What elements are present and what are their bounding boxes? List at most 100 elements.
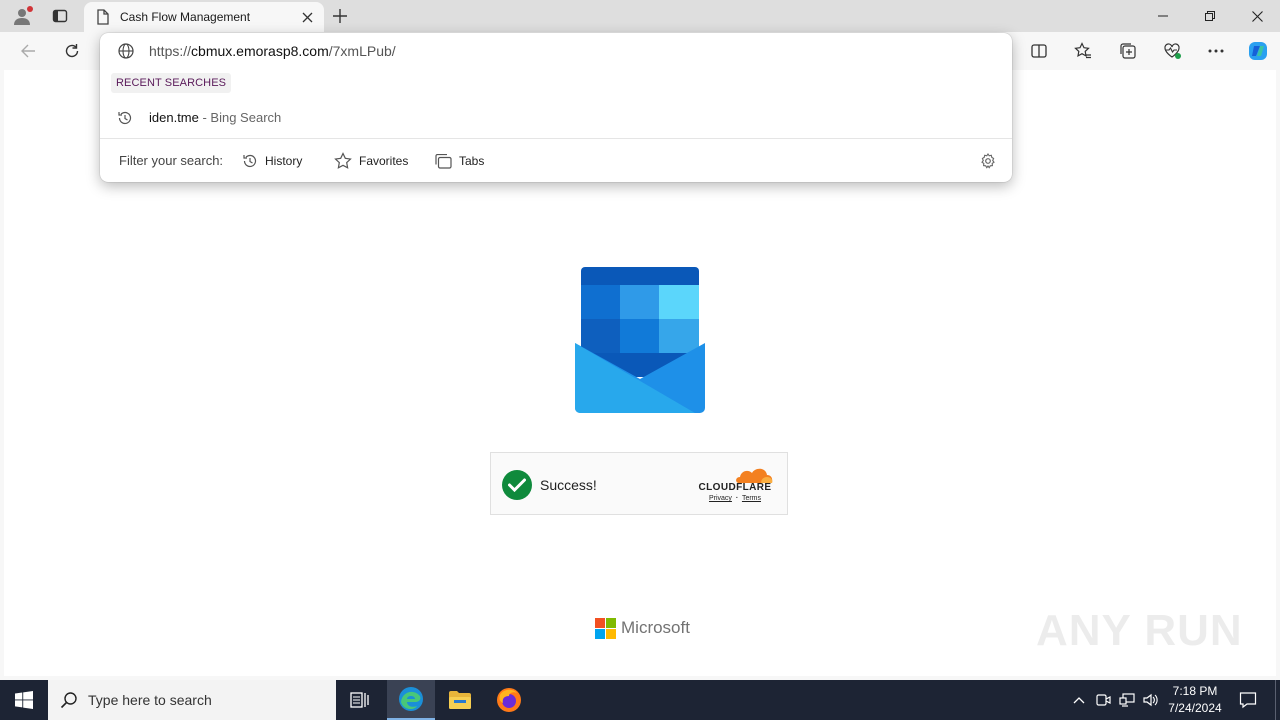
refresh-button[interactable] <box>58 37 86 65</box>
taskbar-edge-button[interactable] <box>387 680 435 720</box>
edge-icon <box>399 687 423 711</box>
notifications-button[interactable] <box>1234 680 1262 720</box>
folder-icon <box>449 691 471 709</box>
split-screen-icon <box>1031 44 1047 58</box>
url-path: /7xmLPub/ <box>328 43 396 59</box>
tab-title: Cash Flow Management <box>120 10 251 24</box>
terms-link[interactable]: Terms <box>742 495 761 502</box>
star-icon <box>334 152 352 169</box>
taskbar-search-placeholder: Type here to search <box>88 692 212 708</box>
filter-tabs-label: Tabs <box>459 154 485 168</box>
network-icon <box>1119 693 1135 707</box>
taskbar-search-box[interactable]: Type here to search <box>48 680 336 720</box>
new-tab-button[interactable] <box>328 4 352 28</box>
filter-row: Filter your search: History Favorites Ta… <box>100 139 1012 182</box>
windows-logo-icon <box>15 691 33 709</box>
outlook-logo <box>575 267 705 413</box>
notification-icon <box>1239 692 1257 709</box>
address-bar-dropdown: https://cbmux.emorasp8.com/7xmLPub/ RECE… <box>100 33 1012 182</box>
tray-meet-now[interactable] <box>1092 680 1114 720</box>
taskbar-clock[interactable]: 7:18 PM 7/24/2024 <box>1160 683 1230 717</box>
microsoft-logo-icon <box>595 617 616 639</box>
page-icon <box>96 9 112 25</box>
star-list-icon <box>1074 42 1091 59</box>
close-icon <box>1251 10 1263 22</box>
gear-icon <box>981 153 995 169</box>
start-button[interactable] <box>0 680 48 720</box>
browser-essentials-button[interactable] <box>1158 37 1186 65</box>
heart-pulse-icon <box>1164 43 1181 59</box>
success-check-icon <box>502 470 532 500</box>
url-host: cbmux.emorasp8.com <box>191 43 329 59</box>
recent-searches-label: RECENT SEARCHES <box>111 73 232 93</box>
cloudflare-brand: CLOUDFLARE Privacy · Terms <box>695 464 775 506</box>
refresh-icon <box>65 44 79 58</box>
tray-network[interactable] <box>1116 680 1138 720</box>
tab-strip: Cash Flow Management <box>0 0 1280 32</box>
notification-dot <box>27 6 33 12</box>
cloudflare-brand-name: CLOUDFLARE <box>698 482 772 493</box>
history-icon <box>118 111 132 125</box>
speaker-icon <box>1143 693 1158 707</box>
cloudflare-turnstile-widget: Success! CLOUDFLARE Privacy · Terms <box>490 452 788 515</box>
tabs-icon <box>435 153 452 169</box>
profile-button[interactable] <box>8 4 36 28</box>
suggestion-item[interactable]: iden.tme - Bing Search <box>100 103 1012 133</box>
captcha-status-text: Success! <box>540 477 597 493</box>
show-hidden-icons-button[interactable] <box>1068 680 1090 720</box>
collections-icon <box>1120 43 1136 59</box>
close-window-button[interactable] <box>1234 0 1280 32</box>
back-button[interactable] <box>14 37 42 65</box>
copilot-icon <box>1249 42 1267 60</box>
taskbar-file-explorer-button[interactable] <box>436 680 484 720</box>
tab-close-icon[interactable] <box>296 6 318 28</box>
clock-time: 7:18 PM <box>1172 684 1218 698</box>
collections-button[interactable] <box>1114 37 1142 65</box>
cloudflare-links: Privacy · Terms <box>695 495 775 502</box>
url-text[interactable]: https://cbmux.emorasp8.com/7xmLPub/ <box>149 43 396 59</box>
chevron-up-icon <box>1073 697 1085 704</box>
filter-tabs-chip[interactable]: Tabs <box>435 150 484 172</box>
globe-icon <box>118 43 134 59</box>
minimize-button[interactable] <box>1140 0 1186 32</box>
tray-volume[interactable] <box>1140 680 1162 720</box>
split-screen-button[interactable] <box>1025 37 1053 65</box>
tab-actions-icon <box>52 9 68 23</box>
favorites-button[interactable] <box>1069 37 1097 65</box>
suggestion-source: - Bing Search <box>198 110 282 125</box>
restore-icon <box>1205 11 1215 21</box>
minimize-icon <box>1158 15 1168 17</box>
task-view-icon <box>350 692 369 708</box>
search-settings-button[interactable] <box>980 150 996 172</box>
address-bar[interactable]: https://cbmux.emorasp8.com/7xmLPub/ <box>100 33 1012 69</box>
taskbar-firefox-button[interactable] <box>485 680 533 720</box>
filter-favorites-label: Favorites <box>359 154 409 168</box>
search-icon <box>60 692 77 709</box>
microsoft-brand-name: Microsoft <box>621 618 690 637</box>
microsoft-footer: Microsoft <box>595 617 690 639</box>
history-icon <box>243 154 257 168</box>
link-separator: · <box>735 495 739 502</box>
more-icon <box>1208 49 1224 53</box>
restore-button[interactable] <box>1187 0 1233 32</box>
show-desktop-button[interactable] <box>1275 680 1280 720</box>
url-scheme: https:// <box>149 43 192 59</box>
task-view-button[interactable] <box>336 680 384 720</box>
firefox-icon <box>497 688 521 712</box>
filter-history-chip[interactable]: History <box>242 150 302 172</box>
filter-history-label: History <box>265 154 303 168</box>
tab-active[interactable]: Cash Flow Management <box>84 2 324 32</box>
taskbar: Type here to search 7:18 PM 7/24/2024 <box>0 680 1280 720</box>
cloudflare-logo-icon <box>736 468 773 483</box>
anyrun-watermark: ANY RUN <box>1036 606 1243 655</box>
tab-actions-button[interactable] <box>48 4 72 28</box>
settings-more-button[interactable] <box>1202 37 1230 65</box>
plus-icon <box>333 9 347 23</box>
copilot-button[interactable] <box>1244 37 1272 65</box>
suggestion-query: iden.tme <box>149 110 199 125</box>
clock-date: 7/24/2024 <box>1168 701 1222 715</box>
filter-label: Filter your search: <box>119 153 224 168</box>
meet-now-icon <box>1096 694 1111 706</box>
filter-favorites-chip[interactable]: Favorites <box>334 150 408 172</box>
privacy-link[interactable]: Privacy <box>709 495 732 502</box>
